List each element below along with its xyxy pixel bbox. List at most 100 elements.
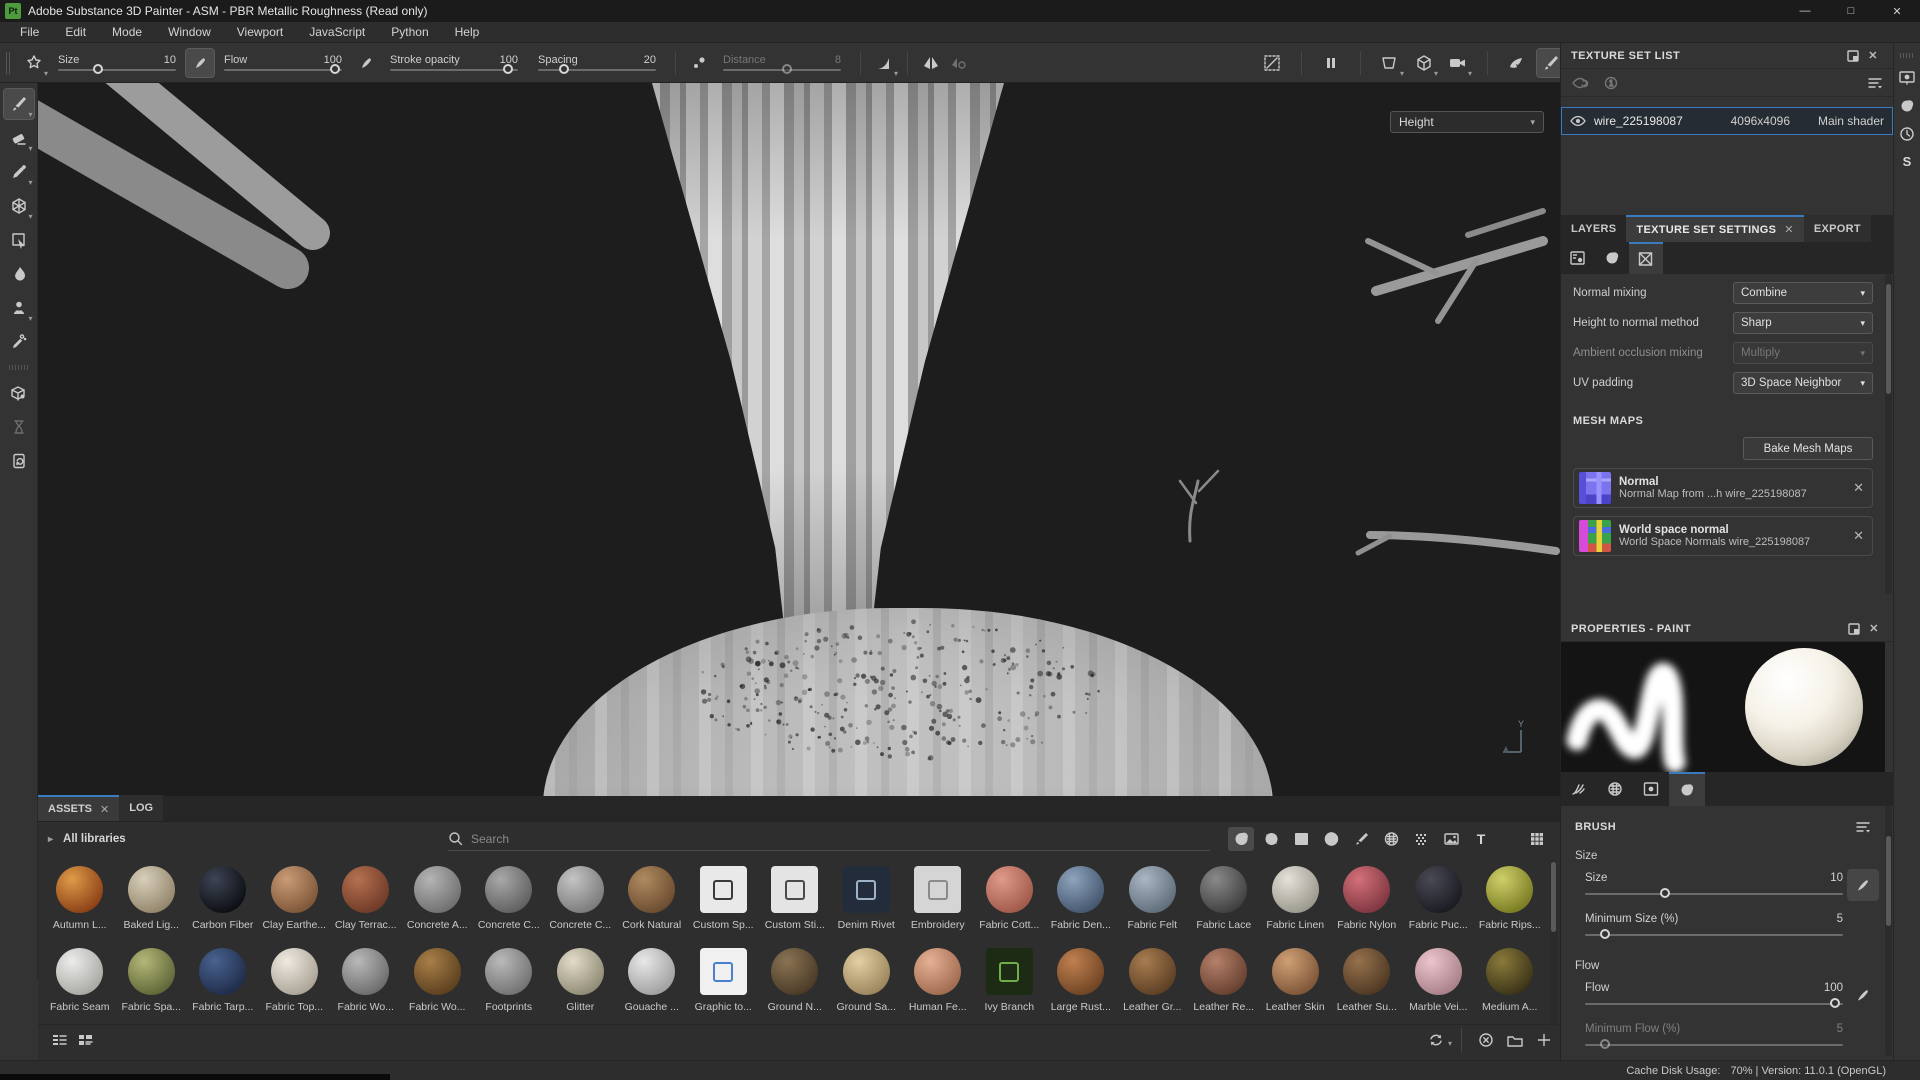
material-tile[interactable]: Concrete A... bbox=[402, 860, 474, 942]
menu-viewport[interactable]: Viewport bbox=[225, 23, 295, 41]
subtab-alpha-icon[interactable] bbox=[1597, 772, 1633, 806]
material-tile[interactable]: Clay Terrac... bbox=[330, 860, 402, 942]
pause-engine-icon[interactable] bbox=[1317, 49, 1345, 77]
filter-smart-materials-icon[interactable] bbox=[1258, 827, 1284, 851]
smudge-tool[interactable] bbox=[4, 259, 34, 289]
toolbar-size-slider[interactable]: Size10 bbox=[58, 54, 176, 71]
tab-texture-set-settings[interactable]: TEXTURE SET SETTINGS ✕ bbox=[1626, 215, 1803, 242]
material-tile[interactable]: Marble Vei... bbox=[1403, 942, 1475, 1024]
material-tile[interactable]: Ground N... bbox=[759, 942, 831, 1024]
float-panel-icon[interactable] bbox=[1843, 50, 1863, 62]
filter-smart-masks-icon[interactable] bbox=[1288, 827, 1314, 851]
brush-size-slider[interactable]: Size10 bbox=[1585, 872, 1871, 895]
add-asset-icon[interactable] bbox=[1536, 1032, 1552, 1048]
menu-help[interactable]: Help bbox=[443, 23, 492, 41]
float-panel-icon[interactable] bbox=[1844, 623, 1864, 635]
brush-scrollbar[interactable] bbox=[1885, 806, 1892, 1056]
menu-edit[interactable]: Edit bbox=[53, 23, 98, 41]
material-picker-tool[interactable] bbox=[4, 327, 34, 357]
size-pressure-button[interactable] bbox=[186, 49, 214, 77]
refresh-assets-icon[interactable]: ▾ bbox=[1427, 1032, 1445, 1048]
material-tile[interactable]: Carbon Fiber bbox=[187, 860, 259, 942]
toolbar-flow-slider[interactable]: Flow100 bbox=[224, 54, 342, 71]
uv-padding-dropdown[interactable]: 3D Space Neighbor▾ bbox=[1733, 372, 1873, 394]
material-tile[interactable]: Fabric Spa... bbox=[116, 942, 188, 1024]
remove-mesh-map-icon[interactable]: ✕ bbox=[1853, 528, 1864, 544]
list-options-icon[interactable] bbox=[1867, 76, 1883, 90]
filter-alphas-icon[interactable] bbox=[1378, 827, 1404, 851]
material-tile[interactable]: Custom Sp... bbox=[688, 860, 760, 942]
filter-filters-icon[interactable] bbox=[1318, 827, 1344, 851]
material-tile[interactable]: Human Fe... bbox=[902, 942, 974, 1024]
clear-search-icon[interactable] bbox=[1478, 1032, 1494, 1048]
material-tile[interactable]: Cork Natural bbox=[616, 860, 688, 942]
asset-search[interactable] bbox=[448, 827, 1210, 851]
view-mode-icon[interactable] bbox=[1571, 76, 1589, 90]
eraser-tool[interactable]: ▾ bbox=[4, 123, 34, 153]
material-tile[interactable]: Clay Earthe... bbox=[259, 860, 331, 942]
visibility-eye-icon[interactable] bbox=[1570, 115, 1586, 127]
menu-mode[interactable]: Mode bbox=[100, 23, 154, 41]
spacing-mode-icon[interactable] bbox=[685, 49, 713, 77]
material-tile[interactable]: Fabric Wo... bbox=[330, 942, 402, 1024]
resources-updater-tool[interactable] bbox=[4, 446, 34, 476]
tab-close-icon[interactable]: ✕ bbox=[1784, 223, 1794, 236]
material-tile[interactable]: Concrete C... bbox=[473, 860, 545, 942]
material-tile[interactable]: Ground Sa... bbox=[831, 942, 903, 1024]
tab-assets[interactable]: ASSETS ✕ bbox=[38, 795, 119, 821]
material-tile[interactable]: Fabric Tarp... bbox=[187, 942, 259, 1024]
menu-javascript[interactable]: JavaScript bbox=[297, 23, 377, 41]
viewport-channel-dropdown[interactable]: Height ▾ bbox=[1390, 111, 1544, 133]
brush-flow-slider[interactable]: Flow100 bbox=[1585, 982, 1871, 1005]
material-tile[interactable]: Fabric Felt bbox=[1117, 860, 1189, 942]
projection-tool[interactable]: ▾ bbox=[4, 157, 34, 187]
symmetry-icon[interactable] bbox=[917, 49, 945, 77]
filter-brushes-icon[interactable] bbox=[1348, 827, 1374, 851]
material-tile[interactable]: Autumn L... bbox=[44, 860, 116, 942]
material-tile[interactable]: Ivy Branch bbox=[974, 942, 1046, 1024]
polygon-fill-tool[interactable]: ▾ bbox=[4, 191, 34, 221]
material-tile[interactable]: Baked Lig... bbox=[116, 860, 188, 942]
history-tool[interactable] bbox=[4, 412, 34, 442]
mesh-map-normal[interactable]: Normal Normal Map from ...h wire_2251980… bbox=[1573, 468, 1873, 508]
asset-export-tool[interactable] bbox=[4, 378, 34, 408]
material-tile[interactable]: Fabric Seam bbox=[44, 942, 116, 1024]
size-pressure-button[interactable] bbox=[1847, 869, 1879, 901]
material-tile[interactable]: Concrete C... bbox=[545, 860, 617, 942]
material-tile[interactable]: Fabric Top... bbox=[259, 942, 331, 1024]
material-tile[interactable]: Footprints bbox=[473, 942, 545, 1024]
close-button[interactable]: ✕ bbox=[1874, 0, 1920, 22]
all-libraries-selector[interactable]: ▸ All libraries bbox=[48, 833, 448, 845]
material-tile[interactable]: Leather Su... bbox=[1331, 942, 1403, 1024]
filter-textures-icon[interactable] bbox=[1438, 827, 1464, 851]
subtab-stencil-icon[interactable] bbox=[1633, 772, 1669, 806]
brush-options-icon[interactable] bbox=[1855, 820, 1871, 834]
flow-pressure-button[interactable] bbox=[1847, 979, 1879, 1011]
details-view-icon[interactable] bbox=[46, 1028, 72, 1052]
assets-scrollbar[interactable] bbox=[1550, 860, 1557, 1026]
remove-mesh-map-icon[interactable]: ✕ bbox=[1853, 480, 1864, 496]
material-tile[interactable]: Leather Gr... bbox=[1117, 942, 1189, 1024]
material-tile[interactable]: Embroidery bbox=[902, 860, 974, 942]
maximize-button[interactable]: □ bbox=[1828, 0, 1874, 22]
camera-icon[interactable]: ▾ bbox=[1444, 49, 1472, 77]
bake-mesh-maps-button[interactable]: Bake Mesh Maps bbox=[1743, 437, 1873, 460]
thumbnail-view-icon[interactable] bbox=[72, 1028, 98, 1052]
viewport-3d[interactable]: Height ▾ Y bbox=[38, 83, 1560, 796]
menu-window[interactable]: Window bbox=[156, 23, 223, 41]
single-view-icon[interactable]: 1 bbox=[1603, 76, 1619, 90]
material-tile[interactable]: Graphic to... bbox=[688, 942, 760, 1024]
clone-tool[interactable]: ▾ bbox=[4, 293, 34, 323]
material-tile[interactable]: Fabric Nylon bbox=[1331, 860, 1403, 942]
flow-pressure-button[interactable] bbox=[352, 49, 380, 77]
material-tile[interactable]: Fabric Puc... bbox=[1403, 860, 1475, 942]
subtab-brush-icon[interactable] bbox=[1561, 772, 1597, 806]
wrap-projection-icon[interactable] bbox=[1503, 49, 1531, 77]
material-tile[interactable]: Gouache ... bbox=[616, 942, 688, 1024]
material-tile[interactable]: Fabric Rips... bbox=[1474, 860, 1546, 942]
close-panel-icon[interactable]: ✕ bbox=[1863, 49, 1883, 62]
toolbar-stroke-opacity-slider[interactable]: Stroke opacity100 bbox=[390, 54, 518, 71]
brush-min-size-slider[interactable]: Minimum Size (%)5 bbox=[1585, 913, 1871, 936]
minimize-button[interactable]: — bbox=[1782, 0, 1828, 22]
toolbar-grip[interactable] bbox=[6, 52, 12, 74]
